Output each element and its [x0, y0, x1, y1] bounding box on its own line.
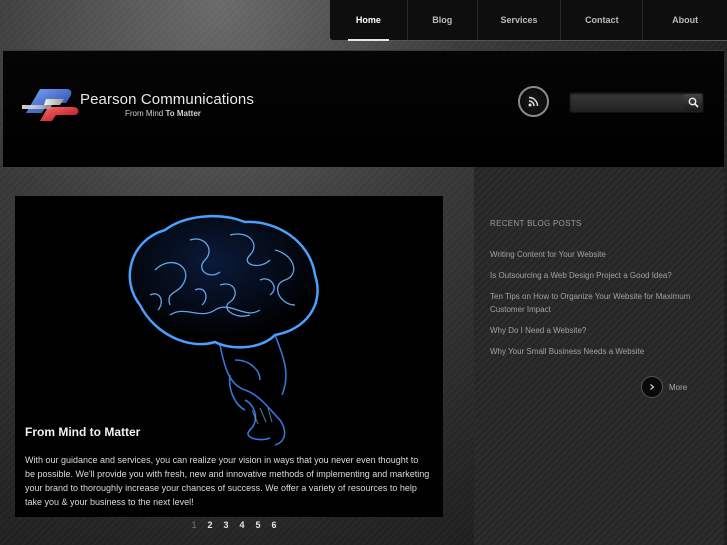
pager-page-1[interactable]: 1 — [186, 520, 202, 530]
search-input[interactable] — [574, 95, 682, 110]
feature-title: From Mind to Matter — [25, 425, 141, 439]
blog-post-link[interactable]: Is Outsourcing a Web Design Project a Go… — [490, 269, 705, 282]
sidebar: RECENT BLOG POSTS Writing Content for Yo… — [474, 167, 724, 545]
recent-posts-heading: RECENT BLOG POSTS — [490, 219, 582, 228]
rss-button[interactable] — [518, 86, 549, 117]
search-box — [569, 92, 704, 113]
nav-home[interactable]: Home — [330, 0, 408, 41]
nav-contact[interactable]: Contact — [561, 0, 644, 40]
pager-page-6[interactable]: 6 — [266, 520, 282, 530]
site-header: Pearson Communications From Mind To Matt… — [3, 50, 724, 167]
nav-blog[interactable]: Blog — [408, 0, 478, 40]
blog-post-link[interactable]: Why Do I Need a Website? — [490, 324, 705, 337]
tagline-part-2: To Matter — [165, 109, 201, 118]
feature-slide: From Mind to Matter With our guidance an… — [15, 196, 443, 517]
nav-about[interactable]: About — [643, 0, 727, 40]
search-button[interactable] — [684, 94, 702, 111]
tagline-part-1: From Mind — [125, 109, 164, 118]
more-circle[interactable] — [641, 376, 663, 398]
main-nav: Home Blog Services Contact About — [329, 0, 727, 41]
more-label: More — [669, 382, 688, 392]
nav-services[interactable]: Services — [478, 0, 562, 40]
blog-post-link[interactable]: Ten Tips on How to Organize Your Website… — [490, 290, 705, 316]
search-icon — [688, 97, 699, 108]
recent-posts-list: Writing Content for Your Website Is Outs… — [490, 248, 705, 366]
brand-tagline: From Mind To Matter — [125, 109, 201, 118]
brain-skull-image — [128, 214, 319, 446]
chevron-right-icon — [650, 384, 655, 390]
blog-post-link[interactable]: Writing Content for Your Website — [490, 248, 705, 261]
blog-post-link[interactable]: Why Your Small Business Needs a Website — [490, 345, 705, 358]
feature-text: With our guidance and services, you can … — [25, 455, 430, 507]
pager-page-5[interactable]: 5 — [250, 520, 266, 530]
slide-pager: 1 2 3 4 5 6 — [186, 520, 282, 530]
rss-icon — [528, 96, 539, 107]
brand-name: Pearson Communications — [80, 91, 254, 108]
pager-page-4[interactable]: 4 — [234, 520, 250, 530]
pager-page-2[interactable]: 2 — [202, 520, 218, 530]
pager-page-3[interactable]: 3 — [218, 520, 234, 530]
more-posts-button[interactable]: More — [641, 376, 687, 398]
pearson-logo[interactable] — [22, 83, 84, 125]
